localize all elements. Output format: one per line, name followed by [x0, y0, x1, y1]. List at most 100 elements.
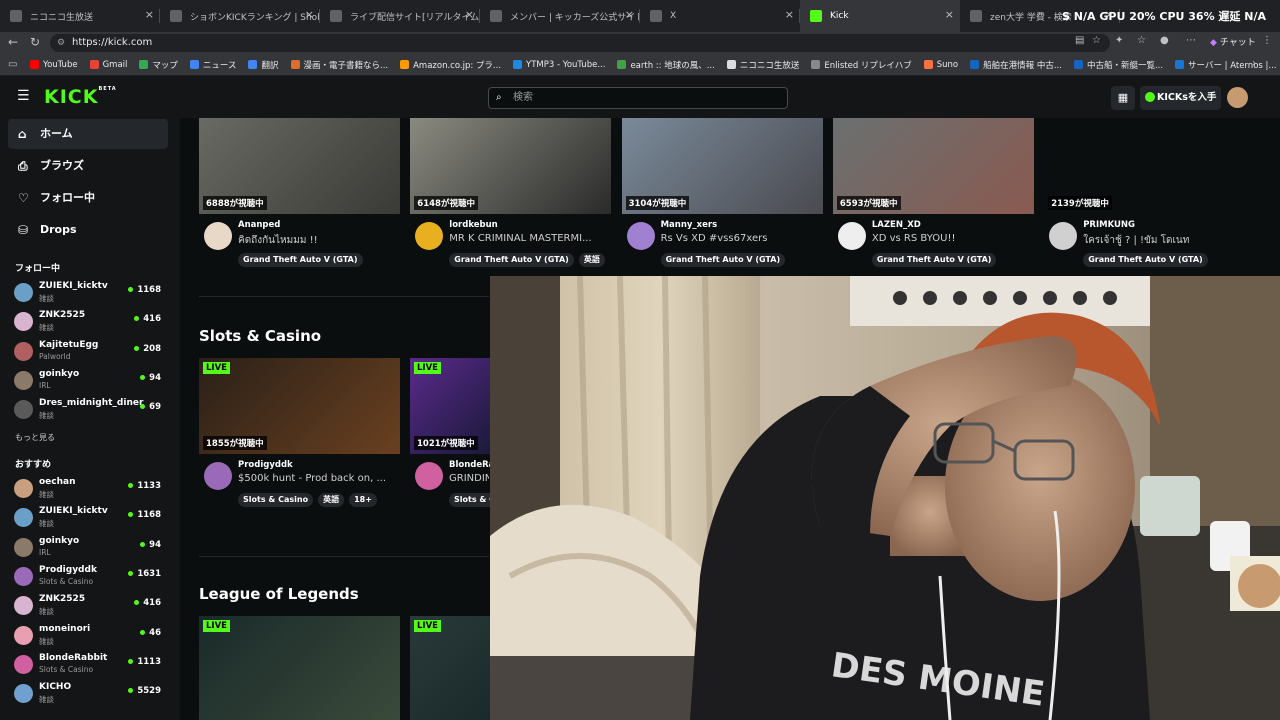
stream-title[interactable]: ใครเจ้าชู้ ? | !ขัม โดเนท: [1083, 233, 1243, 248]
profile-icon[interactable]: ●: [1160, 35, 1169, 46]
hamburger-menu-icon[interactable]: ☰: [17, 88, 30, 104]
stream-thumbnail[interactable]: 3104が視聴中: [621, 118, 823, 214]
bookmark-item[interactable]: ニュース: [189, 59, 236, 71]
back-icon[interactable]: ←: [8, 35, 18, 49]
menu-dots-icon[interactable]: ⋯: [1186, 35, 1196, 46]
stream-tag[interactable]: 英語: [318, 493, 345, 507]
streamer-name[interactable]: LAZEN_XD: [872, 220, 921, 230]
browser-tab[interactable]: X ×: [640, 0, 800, 32]
bookmarks-overflow-icon[interactable]: ›: [1252, 58, 1256, 69]
bookmark-item[interactable]: 翻訳: [248, 59, 279, 71]
tab-close-icon[interactable]: ×: [945, 8, 954, 21]
stream-tag[interactable]: Grand Theft Auto V (GTA): [871, 253, 997, 267]
streamer-avatar[interactable]: [415, 222, 444, 250]
stream-tag[interactable]: Grand Theft Auto V (GTA): [1083, 253, 1208, 267]
browser-tab[interactable]: ライブ配信サイト[リアルタイムランキング]×: [320, 0, 480, 32]
sidebar-channel[interactable]: BlondeRabbit Slots & Casino 1113: [14, 653, 164, 679]
stream-thumbnail[interactable]: 6593が視聴中: [832, 118, 1034, 214]
bookmark-item[interactable]: 漫画・電子書籍なら...: [290, 59, 388, 71]
streamer-name[interactable]: Prodigyddk: [238, 460, 293, 470]
extensions-icon[interactable]: ✦: [1115, 35, 1123, 46]
site-info-icon[interactable]: ⚙: [57, 34, 65, 52]
sidebar-channel[interactable]: KajitetuEgg Palworld 208: [14, 340, 164, 366]
bookmark-item[interactable]: 中古船・新艇一覧...: [1073, 59, 1163, 71]
reload-icon[interactable]: ↻: [30, 35, 40, 49]
stream-tag[interactable]: 英語: [578, 253, 605, 267]
streamer-avatar[interactable]: [204, 222, 232, 250]
bookmark-item[interactable]: Suno: [923, 59, 958, 71]
reader-icon[interactable]: ▤: [1075, 35, 1084, 46]
sidebar-channel[interactable]: Dres_midnight_diner 雑談 69: [14, 398, 164, 424]
stream-tag[interactable]: Slots & Casino: [238, 493, 314, 507]
streamer-avatar[interactable]: [626, 222, 655, 250]
stream-thumbnail[interactable]: LIVE: [410, 616, 490, 720]
stream-thumbnail[interactable]: LIVE: [199, 616, 400, 720]
stream-title[interactable]: คิดถึงกันไหมมม !!: [238, 233, 398, 248]
stream-title[interactable]: GRINDIN: [449, 473, 489, 484]
streamer-avatar[interactable]: [1049, 222, 1078, 250]
sidebar-channel[interactable]: oechan 雑談 1133: [14, 477, 164, 503]
stream-thumbnail[interactable]: 6888が視聴中: [199, 118, 400, 214]
show-more-link[interactable]: もっと見る: [15, 432, 55, 443]
tab-close-icon[interactable]: ×: [305, 8, 314, 21]
stream-tag[interactable]: Grand Theft Auto V (GTA): [449, 253, 574, 267]
bookmark-item[interactable]: ニコニコ生放送: [726, 59, 799, 71]
sidebar-channel[interactable]: KICHO 雑談 5529: [14, 682, 164, 708]
bookmark-item[interactable]: earth :: 地球の風、...: [617, 59, 715, 71]
sidebar-channel[interactable]: goinkyo IRL 94: [14, 536, 164, 562]
stream-tag[interactable]: Grand Theft Auto V (GTA): [238, 253, 363, 267]
more-icon[interactable]: ⋮: [1262, 35, 1272, 46]
stream-title[interactable]: MR K CRIMINAL MASTERMI...: [449, 233, 609, 244]
stream-title[interactable]: XD vs RS BYOU!!: [872, 233, 1032, 244]
section-title-lol[interactable]: League of Legends: [199, 585, 359, 603]
tab-close-icon[interactable]: ×: [145, 8, 154, 21]
streamer-avatar[interactable]: [415, 462, 443, 490]
bookmark-item[interactable]: 船舶在港情報 中古...: [970, 59, 1062, 71]
sidebar-channel[interactable]: moneinori 雑談 46: [14, 624, 164, 650]
bookmark-item[interactable]: YTMP3 - YouTube...: [513, 59, 605, 71]
user-avatar[interactable]: [1227, 87, 1248, 108]
url-field[interactable]: ⚙ https://kick.com: [50, 34, 1110, 52]
browser-tab[interactable]: ニコニコ生放送 ×: [0, 0, 160, 32]
stream-thumbnail[interactable]: LIVE 1021が視聴中: [410, 358, 490, 454]
sidebar-channel[interactable]: ZNK2525 雑談 416: [14, 310, 164, 336]
streamer-avatar[interactable]: [204, 462, 232, 490]
streamer-name[interactable]: PRIMKUNG: [1083, 220, 1135, 230]
favorites-icon[interactable]: ☆: [1137, 35, 1146, 46]
sidebar-nav-browse[interactable]: ⎙ ブラウズ: [8, 151, 168, 181]
chat-button[interactable]: ◆ チャット: [1210, 35, 1256, 48]
bookmark-item[interactable]: YouTube: [30, 59, 78, 71]
stream-title[interactable]: Rs Vs XD #vss67xers: [661, 233, 821, 244]
sidebar-channel[interactable]: Prodigyddk Slots & Casino 1631: [14, 565, 164, 591]
streamer-name[interactable]: lordkebun: [449, 220, 497, 230]
stream-thumbnail[interactable]: LIVE 1855が視聴中: [199, 358, 400, 454]
bookmark-item[interactable]: マップ: [139, 59, 178, 71]
streamer-avatar[interactable]: [837, 222, 866, 250]
stream-tag[interactable]: Grand Theft Auto V (GTA): [660, 253, 786, 267]
bookmark-item[interactable]: Gmail: [89, 59, 127, 71]
streamer-name[interactable]: BlondeRa: [449, 460, 494, 470]
sidebar-channel[interactable]: ZNK2525 雑談 416: [14, 594, 164, 620]
layout-toggle-icon[interactable]: ▦: [1111, 86, 1135, 110]
get-kicks-button[interactable]: KICKsを入手: [1140, 86, 1221, 110]
stream-title[interactable]: $500k hunt - Prod back on, ...: [238, 473, 398, 484]
bookmark-item[interactable]: サーバー | Aternos |...: [1175, 59, 1277, 71]
browser-tab[interactable]: Kick ×: [800, 0, 960, 32]
sidebar-channel[interactable]: ZUIEKI_kicktv 雑談 1168: [14, 281, 164, 307]
bookmark-star-icon[interactable]: ☆: [1092, 35, 1101, 46]
section-title-slots[interactable]: Slots & Casino: [199, 327, 321, 345]
stream-tag[interactable]: 18+: [349, 493, 377, 507]
kick-logo[interactable]: KICKBETA: [44, 86, 117, 108]
browser-tab[interactable]: ショボンKICKランキング | Shobon Kick×: [160, 0, 320, 32]
sidebar-channel[interactable]: goinkyo IRL 94: [14, 369, 164, 395]
bookmark-item[interactable]: Amazon.co.jp: プラ...: [400, 59, 501, 71]
tab-close-icon[interactable]: ×: [625, 8, 634, 21]
bookmark-item[interactable]: Enlisted リプレイハブ: [811, 59, 912, 71]
search-input[interactable]: ⌕ 検索: [488, 87, 788, 109]
browser-tab[interactable]: メンバー | キッカーズ公式サイト ×: [480, 0, 640, 32]
sidebar-nav-drops[interactable]: ⛁ Drops: [8, 215, 168, 245]
sidebar-nav-home[interactable]: ⌂ ホーム: [8, 119, 168, 149]
sidebar-nav-heart[interactable]: ♡ フォロー中: [8, 183, 168, 213]
apps-icon[interactable]: ▭: [8, 59, 17, 70]
stream-thumbnail[interactable]: 2139が視聴中: [1044, 118, 1246, 214]
